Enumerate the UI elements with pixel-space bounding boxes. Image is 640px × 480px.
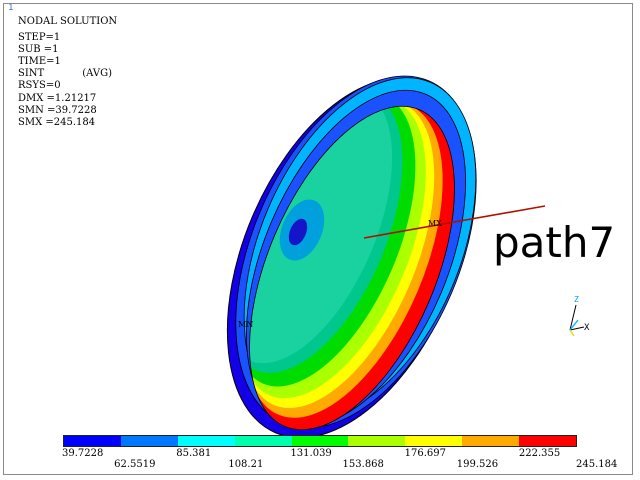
legend-band-0	[64, 436, 121, 446]
legend-tick-top-1: 85.381	[176, 448, 212, 459]
legend-tick-bottom-0: 62.5519	[114, 459, 156, 470]
legend-band-4	[291, 436, 349, 446]
legend-band-6	[405, 436, 463, 446]
legend-tick-top-4: 222.355	[518, 448, 561, 459]
graphics-viewport[interactable]: 1 NODAL SOLUTION STEP=1 SUB =1 TIME=1 SI…	[0, 0, 640, 480]
min-marker: MN	[238, 320, 253, 329]
legend-tick-top-0: 39.7228	[62, 448, 104, 459]
triad-x-label: X	[584, 323, 590, 333]
legend-band-7	[462, 436, 520, 446]
legend-band-2	[177, 436, 235, 446]
legend-tick-bottom-3: 199.526	[456, 459, 499, 470]
legend-tick-bottom-2: 153.868	[342, 459, 384, 470]
legend-tick-bottom-4: 245.184	[576, 459, 618, 470]
coordinate-triad: Z X	[569, 295, 590, 337]
legend-band-8	[519, 436, 577, 446]
path-label: path7	[493, 218, 616, 267]
legend-tick-top-3: 176.697	[404, 448, 447, 459]
legend-tick-top-2: 131.039	[290, 448, 332, 459]
max-marker: MX	[428, 219, 442, 228]
contour-legend-bar	[63, 435, 577, 447]
triad-z-label: Z	[574, 295, 579, 304]
legend-band-3	[234, 436, 292, 446]
legend-band-5	[348, 436, 406, 446]
legend-tick-bottom-1: 108.21	[228, 459, 264, 470]
legend-band-1	[120, 436, 178, 446]
